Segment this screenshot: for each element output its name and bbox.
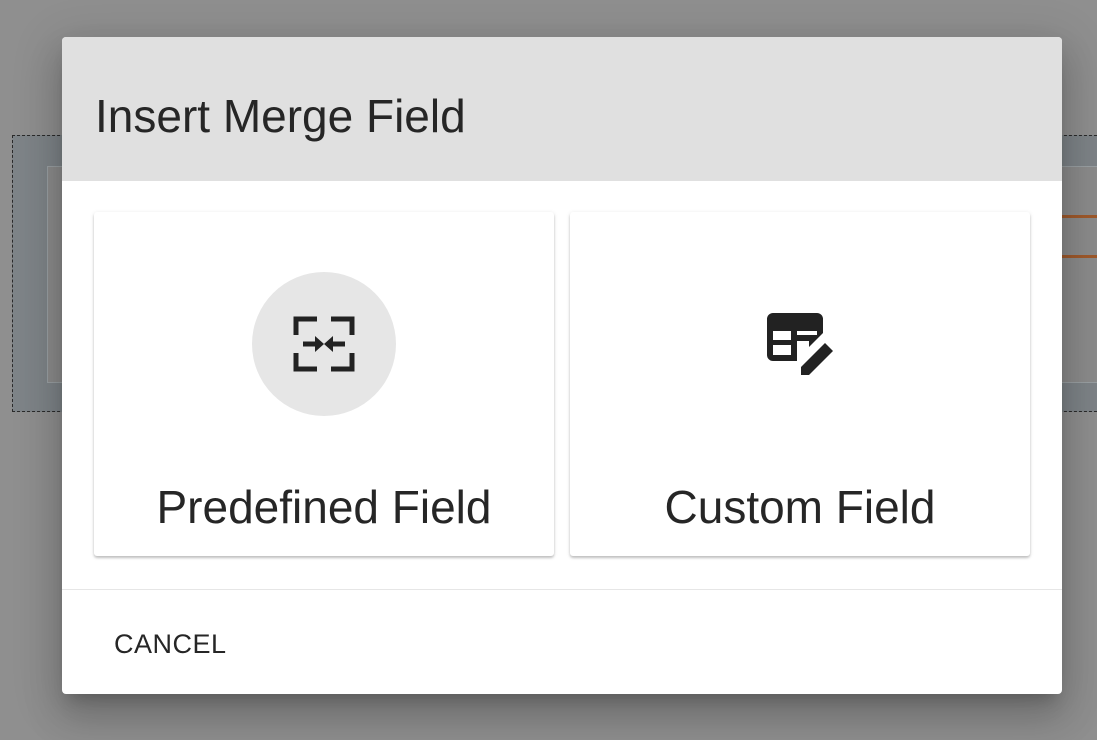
custom-field-label: Custom Field <box>664 481 936 533</box>
table-edit-icon <box>767 313 833 375</box>
custom-field-icon-wrap <box>728 272 872 416</box>
dialog-actions: CANCEL <box>62 590 1062 694</box>
dialog-title: Insert Merge Field <box>95 90 466 142</box>
custom-field-option[interactable]: Custom Field <box>570 212 1030 556</box>
insert-merge-field-dialog: Insert Merge Field Predefined Field Cust… <box>62 37 1062 694</box>
dialog-header: Insert Merge Field <box>62 37 1062 181</box>
dialog-content: Predefined Field Custom Field <box>62 181 1062 590</box>
predefined-field-icon-circle <box>252 272 396 416</box>
merge-fields-icon <box>293 316 355 372</box>
predefined-field-option[interactable]: Predefined Field <box>94 212 554 556</box>
cancel-button[interactable]: CANCEL <box>96 618 245 670</box>
predefined-field-label: Predefined Field <box>156 481 492 533</box>
